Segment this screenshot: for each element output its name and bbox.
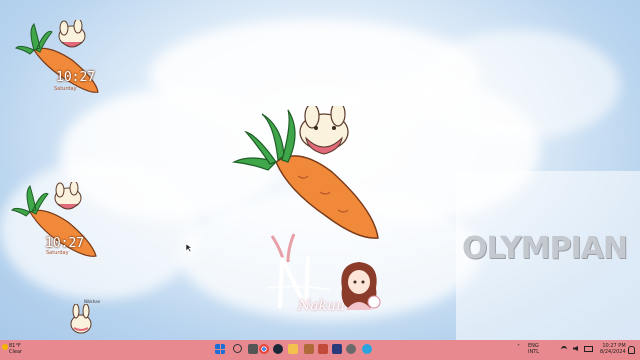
sparkle: [230, 100, 232, 102]
file-explorer-icon[interactable]: [288, 344, 298, 354]
desktop-icon-bunny[interactable]: [66, 304, 96, 336]
sparkle: [208, 196, 210, 198]
tray-clock[interactable]: 10:27 PM 8/24/2024: [600, 343, 626, 355]
sparkle: [402, 190, 404, 192]
sparkle: [452, 123, 454, 125]
clock-widget-time[interactable]: 10:27: [56, 70, 95, 85]
store-icon[interactable]: [332, 344, 342, 354]
steam-icon[interactable]: [273, 344, 283, 354]
tray-chevron-icon[interactable]: ˄: [517, 344, 520, 351]
wifi-icon[interactable]: [561, 346, 567, 353]
start-icon[interactable]: [215, 344, 225, 354]
desktop: 10:27 Saturday 10:27 Saturday Nakuu OLYM…: [0, 0, 640, 340]
cloud: [420, 30, 620, 140]
photos-icon[interactable]: [318, 344, 328, 354]
tray-language[interactable]: ENG INTL: [528, 343, 539, 355]
desktop-icon-label[interactable]: Nikkhan: [84, 299, 100, 304]
battery-icon[interactable]: [584, 346, 593, 352]
settings-icon[interactable]: [346, 344, 356, 354]
search-icon[interactable]: [233, 344, 242, 353]
telegram-icon[interactable]: [362, 344, 372, 354]
weather-widget[interactable]: 81°F Clear: [9, 343, 22, 355]
clock-widget-day: Saturday: [54, 86, 77, 92]
tray-region: INTL: [528, 349, 540, 355]
weather-condition: Clear: [9, 349, 23, 355]
notification-icon[interactable]: [628, 346, 635, 354]
chrome-icon[interactable]: [259, 344, 269, 354]
weather-icon: [2, 344, 8, 350]
task-view-icon[interactable]: [248, 344, 258, 354]
mouse-cursor: [185, 243, 193, 253]
clock-widget-time[interactable]: 10:27: [45, 236, 84, 251]
carrot-bunny-main: [231, 106, 379, 239]
clock-widget-day: Saturday: [46, 250, 69, 256]
mail-icon[interactable]: [304, 344, 314, 354]
tray-date: 8/24/2024: [600, 349, 626, 355]
olympian-logo: OLYMPIAN: [462, 231, 628, 266]
anime-girl-sticker: [341, 262, 381, 310]
